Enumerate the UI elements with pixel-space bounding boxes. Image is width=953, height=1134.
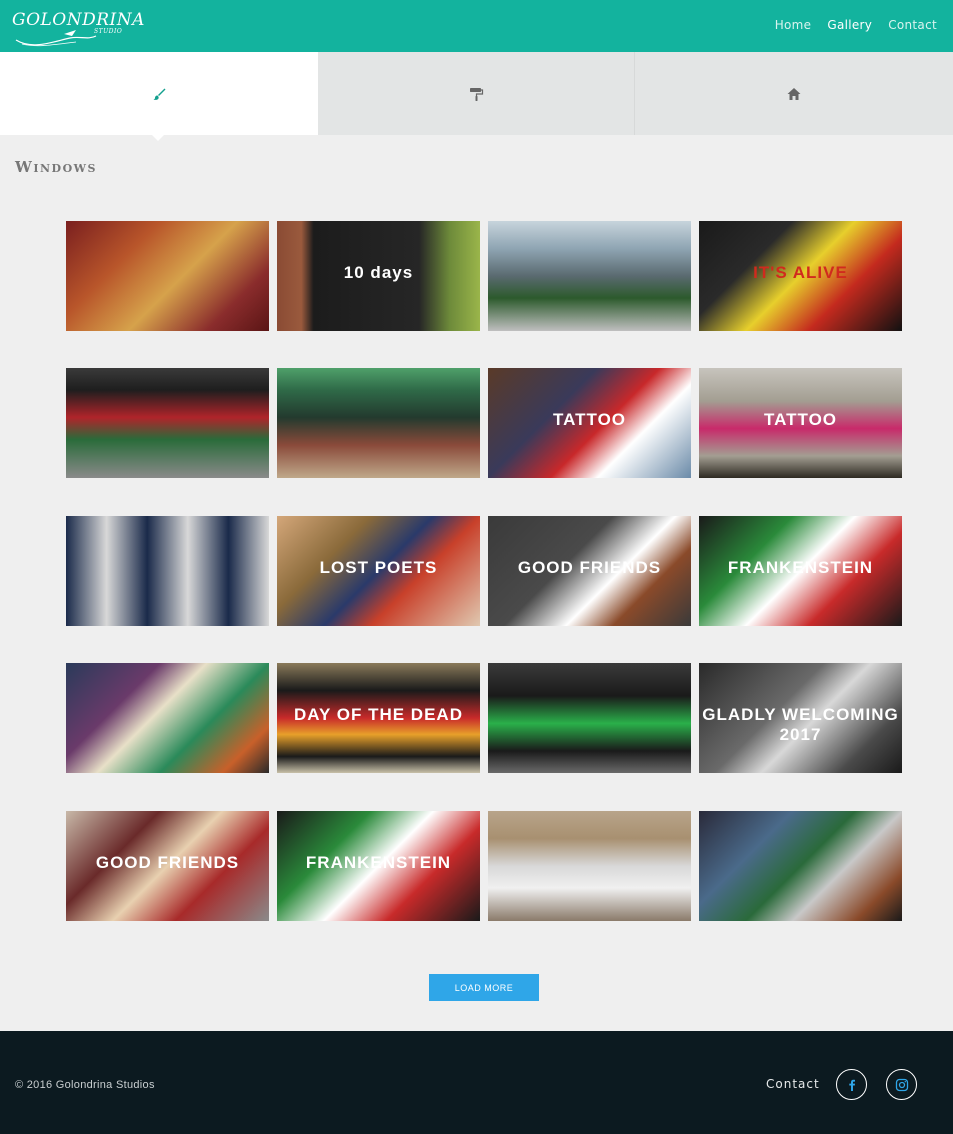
gallery-thumbnail[interactable] [488, 221, 691, 331]
active-tab-pointer [152, 135, 164, 141]
copyright-text: © 2016 Golondrina Studios [15, 1079, 155, 1091]
tab-paint-roller[interactable] [318, 52, 635, 135]
gallery-thumbnail[interactable]: GLADLY WELCOMING 2017 [699, 663, 902, 773]
load-more-button[interactable]: LOAD MORE [429, 974, 539, 1001]
facebook-button[interactable] [836, 1069, 867, 1100]
thumbnail-artwork-text: TATTOO [763, 409, 838, 429]
thumbnail-artwork-text: FRANKENSTEIN [305, 852, 452, 872]
gallery-thumbnail[interactable] [277, 368, 480, 478]
category-tabs [0, 52, 953, 135]
section-title: Windows [15, 158, 97, 176]
gallery-thumbnail[interactable]: GOOD FRIENDS [488, 516, 691, 626]
gallery-thumbnail[interactable]: FRANKENSTEIN [277, 811, 480, 921]
gallery-thumbnail[interactable]: GOOD FRIENDS [66, 811, 269, 921]
instagram-icon [895, 1078, 908, 1091]
tab-home[interactable] [635, 52, 953, 135]
thumbnail-artwork-text: LOST POETS [319, 557, 438, 577]
footer-contact-link[interactable]: Contact [766, 1077, 820, 1091]
thumbnail-artwork-text: 10 days [343, 262, 414, 282]
gallery-thumbnail[interactable]: DAY OF THE DEAD [277, 663, 480, 773]
paint-roller-icon [470, 87, 484, 101]
paintbrush-icon [153, 88, 166, 100]
thumbnail-artwork-text: GOOD FRIENDS [517, 557, 662, 577]
nav-home[interactable]: Home [775, 18, 812, 32]
gallery-thumbnail[interactable] [488, 811, 691, 921]
gallery-thumbnail[interactable] [488, 663, 691, 773]
site-footer: © 2016 Golondrina Studios Contact [0, 1031, 953, 1134]
logo-text: GOLONDRINA [12, 10, 145, 30]
nav-gallery[interactable]: Gallery [827, 18, 872, 32]
logo-subtitle: STUDIO [94, 28, 123, 35]
gallery-thumbnail[interactable] [66, 663, 269, 773]
gallery-thumbnail[interactable] [699, 811, 902, 921]
tab-paintbrush[interactable] [0, 52, 318, 135]
instagram-button[interactable] [886, 1069, 917, 1100]
facebook-icon [848, 1079, 855, 1091]
gallery-thumbnail[interactable]: TATTOO [699, 368, 902, 478]
thumbnail-artwork-text: IT'S ALIVE [753, 262, 848, 282]
gallery-thumbnail[interactable] [66, 221, 269, 331]
gallery-thumbnail[interactable]: FRANKENSTEIN [699, 516, 902, 626]
gallery-thumbnail[interactable] [66, 516, 269, 626]
home-icon [787, 87, 801, 100]
gallery-thumbnail[interactable] [66, 368, 269, 478]
nav-contact[interactable]: Contact [888, 18, 937, 32]
thumbnail-artwork-text: GLADLY WELCOMING 2017 [702, 704, 899, 744]
gallery-thumbnail[interactable]: LOST POETS [277, 516, 480, 626]
thumbnail-artwork-text: DAY OF THE DEAD [294, 704, 463, 724]
main-nav: Home Gallery Contact [775, 18, 937, 32]
thumbnail-artwork-text: TATTOO [552, 409, 627, 429]
gallery-thumbnail[interactable]: 10 days [277, 221, 480, 331]
gallery-thumbnail[interactable]: IT'S ALIVE [699, 221, 902, 331]
thumbnail-artwork-text: GOOD FRIENDS [95, 852, 240, 872]
gallery-thumbnail[interactable]: TATTOO [488, 368, 691, 478]
site-header: GOLONDRINA STUDIO Home Gallery Contact [0, 0, 953, 52]
thumbnail-artwork-text: FRANKENSTEIN [727, 557, 874, 577]
logo[interactable]: GOLONDRINA STUDIO [12, 10, 144, 48]
